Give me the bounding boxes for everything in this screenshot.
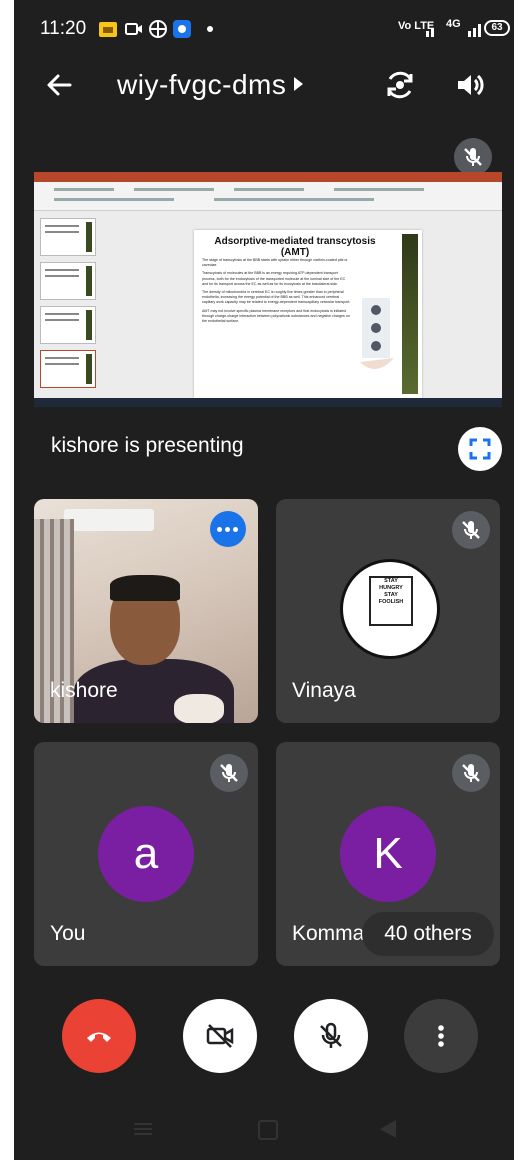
participant-name: Vinaya	[292, 679, 356, 702]
mic-toggle-button[interactable]	[294, 999, 368, 1073]
slide-bullet: Transcytosis of molecules at the BBB is …	[202, 271, 346, 286]
avatar: STAY HUNGRY STAY FOOLISH	[340, 559, 440, 659]
participant-tile-you[interactable]: a You	[34, 742, 258, 966]
participant-tile-vinaya[interactable]: STAY HUNGRY STAY FOOLISH Vinaya	[276, 499, 500, 723]
current-slide: Adsorptive-mediated transcytosis (AMT) T…	[194, 230, 422, 398]
signal-icon	[426, 28, 434, 37]
video-notification-icon	[125, 23, 142, 35]
avatar: K	[340, 806, 436, 902]
more-options-button[interactable]	[404, 999, 478, 1073]
arrow-left-icon[interactable]	[44, 70, 74, 100]
poster-line: HUNGRY	[379, 585, 403, 591]
status-bar: 11:20 Vo LTE 4G 63	[14, 0, 514, 60]
meeting-details-caret-icon[interactable]	[294, 77, 303, 91]
mic-off-icon	[452, 511, 490, 549]
avatar-poster: STAY HUNGRY STAY FOOLISH	[369, 576, 413, 626]
switch-camera-icon[interactable]	[382, 67, 418, 103]
system-nav-bar	[14, 1100, 514, 1160]
slide-thumbnails	[40, 218, 96, 396]
back-nav-icon[interactable]	[380, 1120, 396, 1138]
globe-notification-icon	[149, 20, 167, 38]
mic-off-icon	[210, 754, 248, 792]
presentation-tile[interactable]: Adsorptive-mediated transcytosis (AMT) T…	[34, 172, 502, 482]
slide-title: Adsorptive-mediated transcytosis (AMT)	[214, 236, 376, 258]
recent-apps-icon[interactable]	[134, 1120, 152, 1136]
slide-bullet: The stage of transcytosis at the BBB sta…	[202, 258, 348, 268]
avatar: a	[98, 806, 194, 902]
status-time: 11:20	[40, 18, 87, 39]
slide-decor-bar	[402, 234, 418, 394]
speaker-icon[interactable]	[454, 69, 486, 101]
mic-off-icon	[320, 1022, 342, 1048]
participant-name: kishore	[50, 679, 118, 702]
mic-off-icon	[452, 754, 490, 792]
fullscreen-icon	[469, 438, 491, 460]
presenting-label: kishore is presenting	[51, 434, 244, 457]
notification-app-icon	[99, 22, 117, 37]
others-count-chip[interactable]: 40 others	[362, 912, 494, 956]
slide-illustration	[360, 298, 394, 370]
end-call-button[interactable]	[62, 999, 136, 1073]
tile-more-options-button[interactable]	[210, 511, 246, 547]
more-vert-icon	[438, 1025, 444, 1047]
poster-line: FOOLISH	[378, 599, 404, 605]
more-notifications-dot-icon	[207, 26, 213, 32]
slide-bullet: AMT may not involve specific plasma memb…	[202, 308, 350, 324]
participant-tile-kishore[interactable]: kishore	[34, 499, 258, 723]
ppt-title-bar	[34, 172, 502, 182]
mobile-data-label: 4G	[446, 18, 461, 30]
meeting-app-bar: wiy-fvgc-dms	[14, 55, 514, 115]
home-icon[interactable]	[258, 1120, 278, 1140]
ppt-ribbon	[34, 182, 502, 211]
presenter-mic-off-icon	[454, 138, 492, 176]
phone-hangup-icon	[87, 1032, 111, 1042]
poster-line: STAY	[384, 578, 398, 584]
app-notification-icon	[173, 20, 191, 38]
meet-screen: 11:20 Vo LTE 4G 63 wiy-fvgc-dms Adsorpti…	[14, 0, 514, 1160]
participant-name: You	[50, 922, 86, 945]
slide-bullets: The stage of transcytosis at the BBB sta…	[202, 258, 352, 327]
fullscreen-button[interactable]	[458, 427, 502, 471]
camera-toggle-button[interactable]	[183, 999, 257, 1073]
battery-indicator: 63	[484, 20, 510, 36]
camera-off-icon	[206, 1024, 234, 1048]
taskbar	[34, 398, 502, 407]
signal-bars-icon	[468, 24, 481, 37]
poster-line: STAY	[384, 592, 398, 598]
shared-screen: Adsorptive-mediated transcytosis (AMT) T…	[34, 172, 502, 407]
slide-bullet: The density of mitochondria in cerebral …	[202, 290, 351, 305]
meeting-code[interactable]: wiy-fvgc-dms	[117, 69, 286, 101]
